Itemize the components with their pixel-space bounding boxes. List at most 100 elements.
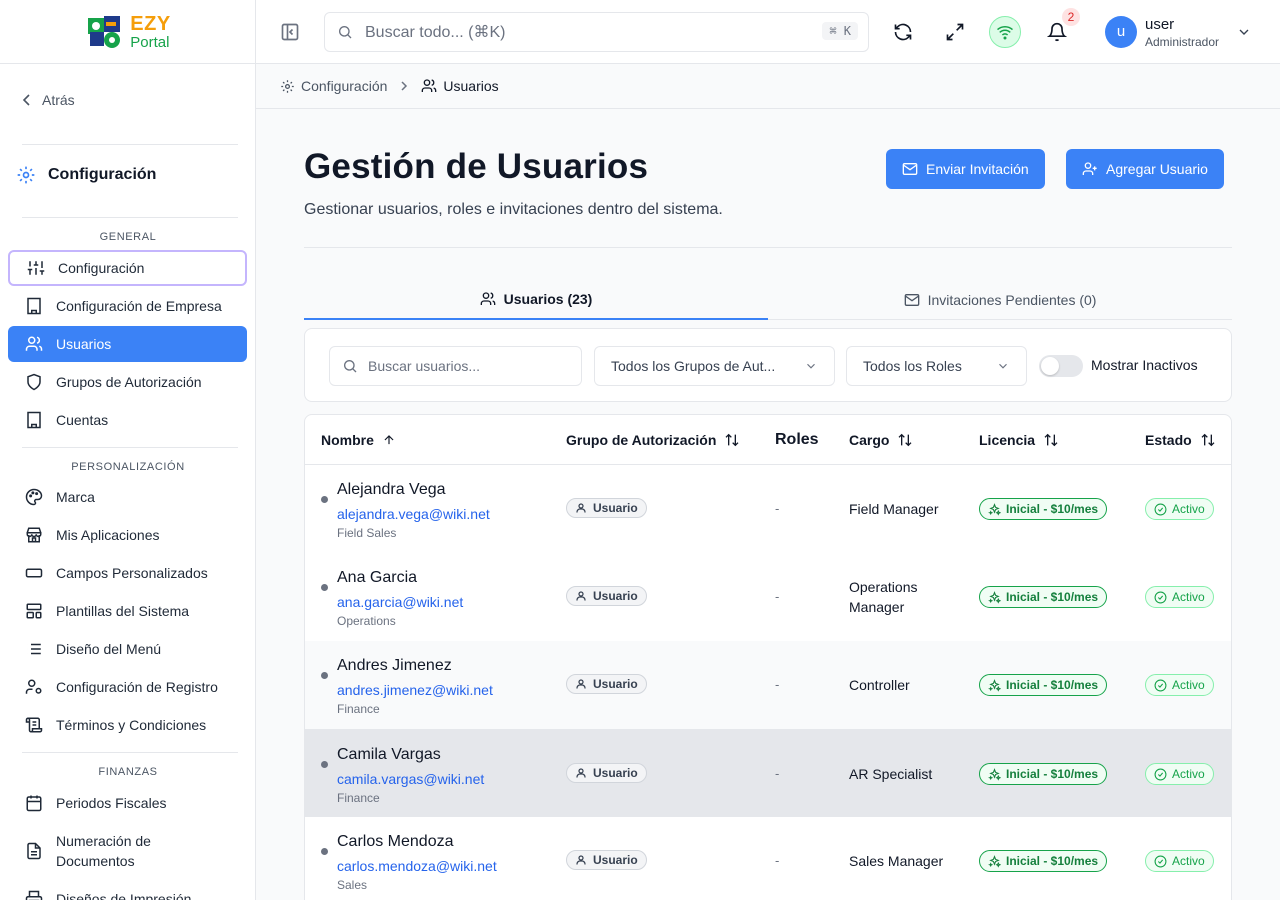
license-badge: Inicial - $10/mes xyxy=(979,850,1108,872)
page-title: Gestión de Usuarios xyxy=(304,147,649,186)
user-name-cell: Alejandra Vega xyxy=(337,481,446,498)
column-header-license[interactable]: Licencia xyxy=(979,415,1059,464)
column-header-label: Grupo de Autorización xyxy=(566,431,717,448)
table-row[interactable]: Carlos Mendoza carlos.mendoza@wiki.net S… xyxy=(305,817,1231,900)
auth-group-select[interactable]: Todos los Grupos de Aut... xyxy=(594,346,835,386)
sidebar-item-grupos-autorizacion[interactable]: Grupos de Autorización xyxy=(8,364,247,400)
sidebar-item-label: Mis Aplicaciones xyxy=(56,527,160,543)
table-row[interactable]: Camila Vargas camila.vargas@wiki.net Fin… xyxy=(305,729,1231,817)
chevron-down-icon[interactable] xyxy=(1236,24,1252,40)
tab-usuarios[interactable]: Usuarios (23) xyxy=(304,280,768,320)
tab-usuarios-label: Usuarios (23) xyxy=(503,291,593,307)
group-label-finanzas: FINANZAS xyxy=(98,766,158,778)
user-name[interactable]: user xyxy=(1145,16,1174,33)
filters-panel: Todos los Grupos de Aut... Todos los Rol… xyxy=(304,328,1232,402)
user-name-cell: Carlos Mendoza xyxy=(337,833,454,850)
user-department: Finance xyxy=(337,791,380,805)
breadcrumb: Configuración Usuarios xyxy=(256,64,1280,109)
sidebar-item-diseno-menu[interactable]: Diseño del Menú xyxy=(8,631,247,667)
license-badge: Inicial - $10/mes xyxy=(979,674,1108,696)
column-header-cargo[interactable]: Cargo xyxy=(849,415,913,464)
status-dot xyxy=(321,584,328,591)
column-header-label: Cargo xyxy=(849,431,890,448)
file-text-icon xyxy=(24,841,44,861)
group-label-general: GENERAL xyxy=(99,231,157,243)
avatar[interactable]: u xyxy=(1105,16,1137,48)
table-row[interactable]: Andres Jimenez andres.jimenez@wiki.net F… xyxy=(305,641,1231,729)
user-department: Field Sales xyxy=(337,526,397,540)
global-search-placeholder: Buscar todo... (⌘K) xyxy=(365,24,506,41)
sidebar-item-configuracion[interactable]: Configuración xyxy=(8,250,247,286)
sidebar-item-plantillas-sistema[interactable]: Plantillas del Sistema xyxy=(8,593,247,629)
sidebar-item-label: Marca xyxy=(56,489,95,505)
add-user-button[interactable]: Agregar Usuario xyxy=(1066,149,1224,189)
user-email-link[interactable]: ana.garcia@wiki.net xyxy=(337,594,463,610)
breadcrumb-parent[interactable]: Configuración xyxy=(280,78,387,94)
sidebar-item-mis-aplicaciones[interactable]: Mis Aplicaciones xyxy=(8,517,247,553)
sidebar-item-cuentas[interactable]: Cuentas xyxy=(8,402,247,438)
user-email-link[interactable]: andres.jimenez@wiki.net xyxy=(337,682,493,698)
sidebar-item-configuracion-registro[interactable]: Configuración de Registro xyxy=(8,669,247,705)
license-badge-label: Inicial - $10/mes xyxy=(1006,502,1099,516)
auth-group-badge: Usuario xyxy=(566,586,647,606)
breadcrumb-parent-label: Configuración xyxy=(301,78,388,94)
check-circle-icon xyxy=(1154,768,1167,780)
user-email-link[interactable]: camila.vargas@wiki.net xyxy=(337,771,484,787)
sidebar-toggle-icon[interactable] xyxy=(280,22,300,42)
roles-select[interactable]: Todos los Roles xyxy=(846,346,1027,386)
fullscreen-icon[interactable] xyxy=(943,20,967,44)
sidebar-item-usuarios[interactable]: Usuarios xyxy=(8,326,247,362)
table-row[interactable]: Alejandra Vega alejandra.vega@wiki.net F… xyxy=(305,465,1231,553)
roles-cell: - xyxy=(775,501,780,516)
column-header-status[interactable]: Estado xyxy=(1145,415,1216,464)
column-header-label: Licencia xyxy=(979,431,1036,448)
global-search-input[interactable]: Buscar todo... (⌘K) ⌘ K xyxy=(324,12,869,52)
user-email-link[interactable]: carlos.mendoza@wiki.net xyxy=(337,858,497,874)
sidebar-item-label: Numeración de Documentos xyxy=(56,833,151,869)
connection-status-icon[interactable] xyxy=(989,16,1021,48)
sidebar-item-campos-personalizados[interactable]: Campos Personalizados xyxy=(8,555,247,591)
palette-icon xyxy=(24,487,44,507)
user-icon xyxy=(576,679,586,689)
table-row[interactable]: Ana Garcia ana.garcia@wiki.net Operation… xyxy=(305,553,1231,641)
tabs: Usuarios (23) Invitaciones Pendientes (0… xyxy=(304,280,1232,320)
main-content: Gestión de Usuarios Gestionar usuarios, … xyxy=(256,109,1280,900)
status-badge: Activo xyxy=(1145,498,1214,520)
mail-icon xyxy=(902,163,918,175)
logo-text-portal: Portal xyxy=(130,33,170,51)
cargo-cell: Field Manager xyxy=(849,501,939,517)
sidebar-item-marca[interactable]: Marca xyxy=(8,479,247,515)
user-department: Finance xyxy=(337,702,380,716)
show-inactive-label: Mostrar Inactivos xyxy=(1091,357,1198,373)
send-invitation-button[interactable]: Enviar Invitación xyxy=(886,149,1045,189)
back-link[interactable]: Atrás xyxy=(22,92,75,108)
sliders-icon xyxy=(26,258,46,278)
refresh-icon[interactable] xyxy=(891,20,915,44)
sidebar-section-label: Configuración xyxy=(48,166,157,183)
logo[interactable]: EZY Portal xyxy=(0,0,255,64)
auth-group-badge-label: Usuario xyxy=(593,501,638,515)
tab-invitaciones[interactable]: Invitaciones Pendientes (0) xyxy=(768,280,1232,320)
user-cog-icon xyxy=(24,677,44,697)
user-email-link[interactable]: alejandra.vega@wiki.net xyxy=(337,506,490,522)
auth-group-badge: Usuario xyxy=(566,498,647,518)
shield-icon xyxy=(24,372,44,392)
store-icon xyxy=(24,525,44,545)
cargo-cell: Controller xyxy=(849,677,910,693)
sidebar-item-label: Configuración de Registro xyxy=(56,679,218,695)
column-header-name[interactable]: Nombre xyxy=(321,415,396,464)
show-inactive-toggle[interactable] xyxy=(1039,355,1083,377)
sidebar-item-periodos-fiscales[interactable]: Periodos Fiscales xyxy=(8,785,247,821)
roles-select-value: Todos los Roles xyxy=(863,358,962,374)
license-badge-label: Inicial - $10/mes xyxy=(1006,678,1099,692)
column-header-auth-group[interactable]: Grupo de Autorización xyxy=(566,415,740,464)
sidebar-item-terminos-condiciones[interactable]: Términos y Condiciones xyxy=(8,707,247,743)
sidebar-item-configuracion-empresa[interactable]: Configuración de Empresa xyxy=(8,288,247,324)
sidebar-item-disenos-impresion[interactable]: Diseños de Impresión xyxy=(8,881,247,900)
sidebar-item-label: Cuentas xyxy=(56,412,109,428)
user-search-input[interactable] xyxy=(368,358,568,374)
user-department: Operations xyxy=(337,614,396,628)
sidebar: EZY Portal Atrás Configuración GENERAL C… xyxy=(0,0,256,900)
sidebar-item-numeracion-documentos[interactable]: Numeración de Documentos xyxy=(8,827,247,875)
sidebar-item-label: Diseño del Menú xyxy=(56,641,162,657)
